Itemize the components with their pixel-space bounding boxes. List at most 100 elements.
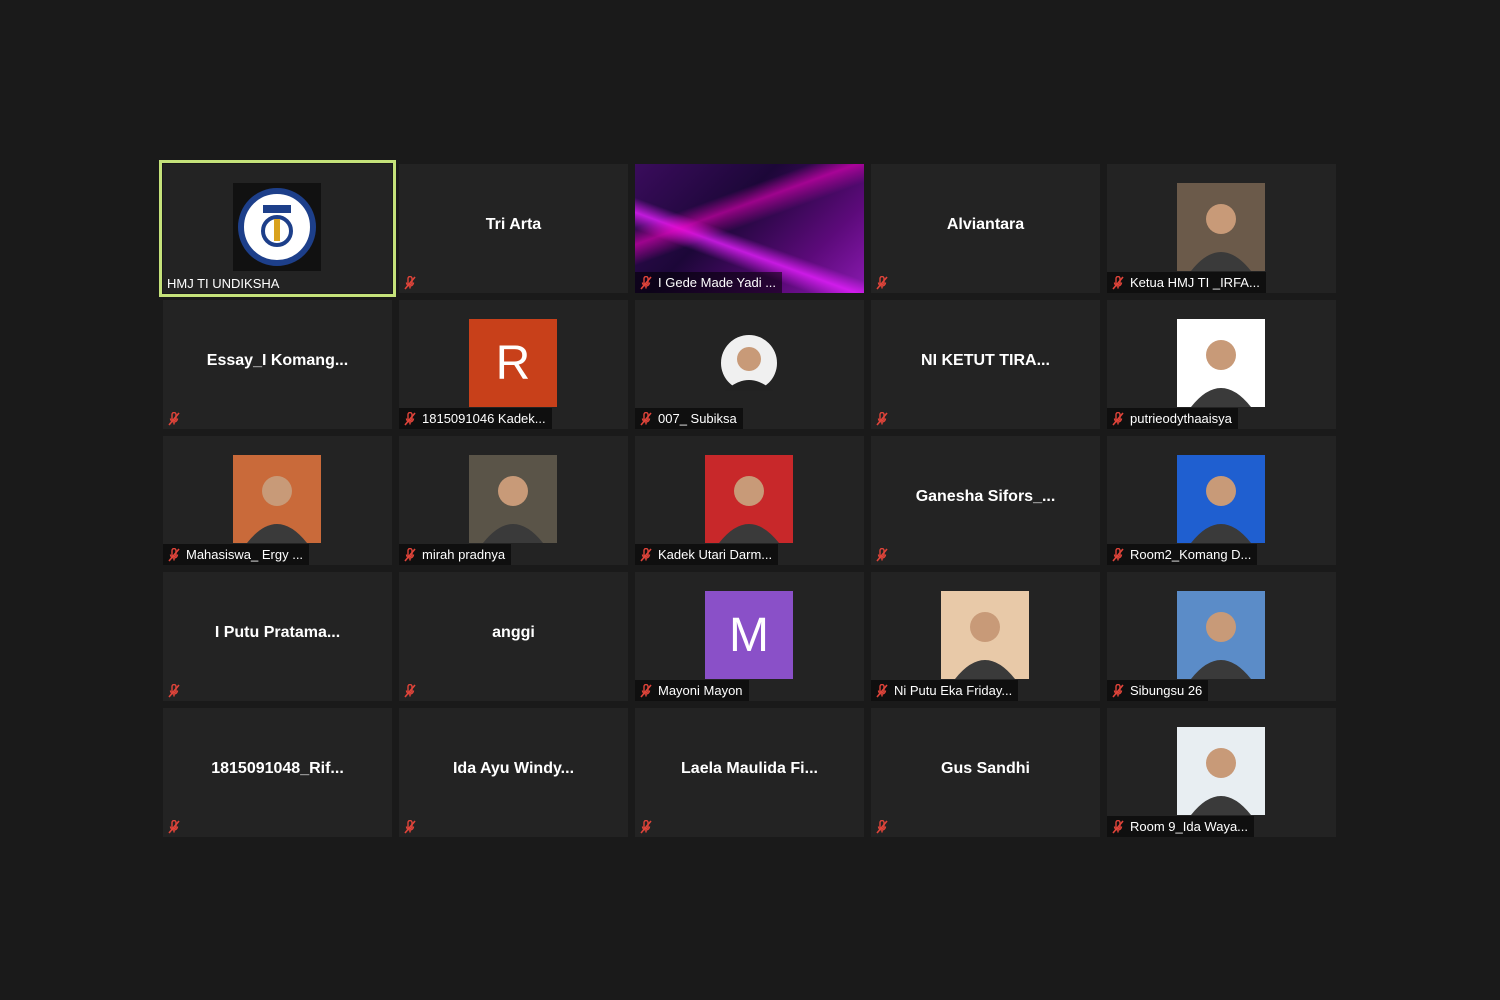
participant-name: I Gede Made Yadi ... — [658, 275, 777, 290]
avatar-letter: R — [469, 319, 557, 407]
mic-muted-icon — [875, 547, 889, 562]
participant-name-bar: 1815091046 Kadek... — [399, 408, 552, 429]
participant-name: HMJ TI UNDIKSHA — [167, 276, 280, 291]
participant-tile[interactable]: Tri Arta — [399, 164, 628, 293]
participant-tile[interactable]: 007_ Subiksa — [635, 300, 864, 429]
participant-tile[interactable]: Sibungsu 26 — [1107, 572, 1336, 701]
participant-tile[interactable]: R 1815091046 Kadek... — [399, 300, 628, 429]
participant-tile[interactable]: HMJ TI UNDIKSHA — [159, 160, 396, 297]
participant-name-bar: Ketua HMJ TI _IRFA... — [1107, 272, 1266, 293]
mic-muted-icon — [1111, 819, 1125, 834]
participant-tile[interactable]: putrieodythaaisya — [1107, 300, 1336, 429]
avatar — [1177, 591, 1265, 679]
participant-tile[interactable]: mirah pradnya — [399, 436, 628, 565]
participant-name: Mayoni Mayon — [658, 683, 743, 698]
participant-name-bar: Mahasiswa_ Ergy ... — [163, 544, 310, 565]
participant-status-bar — [871, 272, 895, 293]
participant-tile[interactable]: Room 9_Ida Waya... — [1107, 708, 1336, 837]
participant-tile[interactable]: Ida Ayu Windy... — [399, 708, 628, 837]
participant-name: Room 9_Ida Waya... — [1130, 819, 1249, 834]
mic-muted-icon — [1111, 275, 1125, 290]
avatar — [941, 591, 1029, 679]
participant-name-bar: Kadek Utari Darm... — [635, 544, 779, 565]
avatar — [469, 455, 557, 543]
participant-name: Ketua HMJ TI _IRFA... — [1130, 275, 1260, 290]
mic-muted-icon — [875, 819, 889, 834]
mic-muted-icon — [1111, 411, 1125, 426]
participant-tile[interactable]: I Gede Made Yadi ... — [635, 164, 864, 293]
participant-display-name: Ganesha Sifors_... — [915, 488, 1056, 505]
participant-name: Room2_Komang D... — [1130, 547, 1252, 562]
participant-display-name: Tri Arta — [485, 216, 542, 233]
participant-tile[interactable]: Gus Sandhi — [871, 708, 1100, 837]
participant-name: Kadek Utari Darm... — [658, 547, 773, 562]
participant-name-bar: 007_ Subiksa — [635, 408, 743, 429]
participant-name-bar: Room2_Komang D... — [1107, 544, 1258, 565]
participant-name-bar: I Gede Made Yadi ... — [635, 272, 783, 293]
participant-status-bar — [635, 816, 659, 837]
participant-display-name: 1815091048_Rif... — [211, 760, 344, 777]
participant-name: putrieodythaaisya — [1130, 411, 1232, 426]
avatar — [1177, 727, 1265, 815]
participant-status-bar — [163, 408, 187, 429]
participant-display-name: NI KETUT TIRA... — [921, 352, 1050, 369]
participant-display-name: Ida Ayu Windy... — [452, 760, 575, 777]
participant-tile[interactable]: I Putu Pratama... — [163, 572, 392, 701]
participant-tile[interactable]: Ketua HMJ TI _IRFA... — [1107, 164, 1336, 293]
participant-tile[interactable]: 1815091048_Rif... — [163, 708, 392, 837]
mic-muted-icon — [875, 275, 889, 290]
participant-name-bar: Room 9_Ida Waya... — [1107, 816, 1255, 837]
participant-status-bar — [163, 680, 187, 701]
participant-name: mirah pradnya — [422, 547, 506, 562]
participant-display-name: Gus Sandhi — [941, 760, 1030, 777]
participant-name-bar: mirah pradnya — [399, 544, 512, 565]
participant-status-bar — [163, 816, 187, 837]
participant-name-bar: Mayoni Mayon — [635, 680, 749, 701]
mic-muted-icon — [403, 683, 417, 698]
participant-name-bar: Sibungsu 26 — [1107, 680, 1209, 701]
participant-gallery: HMJ TI UNDIKSHA Tri Arta I Gede Made Yadi … — [159, 160, 1336, 837]
mic-muted-icon — [403, 819, 417, 834]
participant-status-bar — [399, 680, 423, 701]
mic-muted-icon — [1111, 683, 1125, 698]
participant-display-name: Essay_I Komang... — [206, 352, 349, 369]
mic-muted-icon — [403, 547, 417, 562]
participant-tile[interactable]: anggi — [399, 572, 628, 701]
avatar-letter: M — [705, 591, 793, 679]
participant-tile[interactable]: Essay_I Komang... — [163, 300, 392, 429]
mic-muted-icon — [875, 683, 889, 698]
participant-tile[interactable]: M Mayoni Mayon — [635, 572, 864, 701]
participant-tile[interactable]: Kadek Utari Darm... — [635, 436, 864, 565]
participant-tile[interactable]: Room2_Komang D... — [1107, 436, 1336, 565]
mic-muted-icon — [1111, 547, 1125, 562]
participant-tile[interactable]: Ni Putu Eka Friday... — [871, 572, 1100, 701]
participant-status-bar — [399, 816, 423, 837]
mic-muted-icon — [167, 819, 181, 834]
participant-tile[interactable]: NI KETUT TIRA... — [871, 300, 1100, 429]
mic-muted-icon — [167, 547, 181, 562]
participant-status-bar — [871, 544, 895, 565]
avatar — [1177, 455, 1265, 543]
participant-name: 007_ Subiksa — [658, 411, 737, 426]
participant-name: Ni Putu Eka Friday... — [894, 683, 1013, 698]
participant-tile[interactable]: Mahasiswa_ Ergy ... — [163, 436, 392, 565]
participant-name-bar: putrieodythaaisya — [1107, 408, 1238, 429]
mic-muted-icon — [875, 411, 889, 426]
avatar — [1177, 183, 1265, 271]
participant-name: Sibungsu 26 — [1130, 683, 1203, 698]
mic-muted-icon — [639, 683, 653, 698]
mic-muted-icon — [639, 275, 653, 290]
participant-status-bar — [871, 408, 895, 429]
participant-tile[interactable]: Alviantara — [871, 164, 1100, 293]
mic-muted-icon — [403, 275, 417, 290]
participant-display-name: Laela Maulida Fi... — [681, 760, 818, 777]
avatar — [1177, 319, 1265, 407]
participant-name-bar: Ni Putu Eka Friday... — [871, 680, 1019, 701]
participant-tile[interactable]: Laela Maulida Fi... — [635, 708, 864, 837]
participant-name: Mahasiswa_ Ergy ... — [186, 547, 304, 562]
mic-muted-icon — [639, 411, 653, 426]
participant-display-name: I Putu Pratama... — [214, 624, 341, 641]
participant-status-bar — [871, 816, 895, 837]
participant-tile[interactable]: Ganesha Sifors_... — [871, 436, 1100, 565]
mic-muted-icon — [639, 819, 653, 834]
